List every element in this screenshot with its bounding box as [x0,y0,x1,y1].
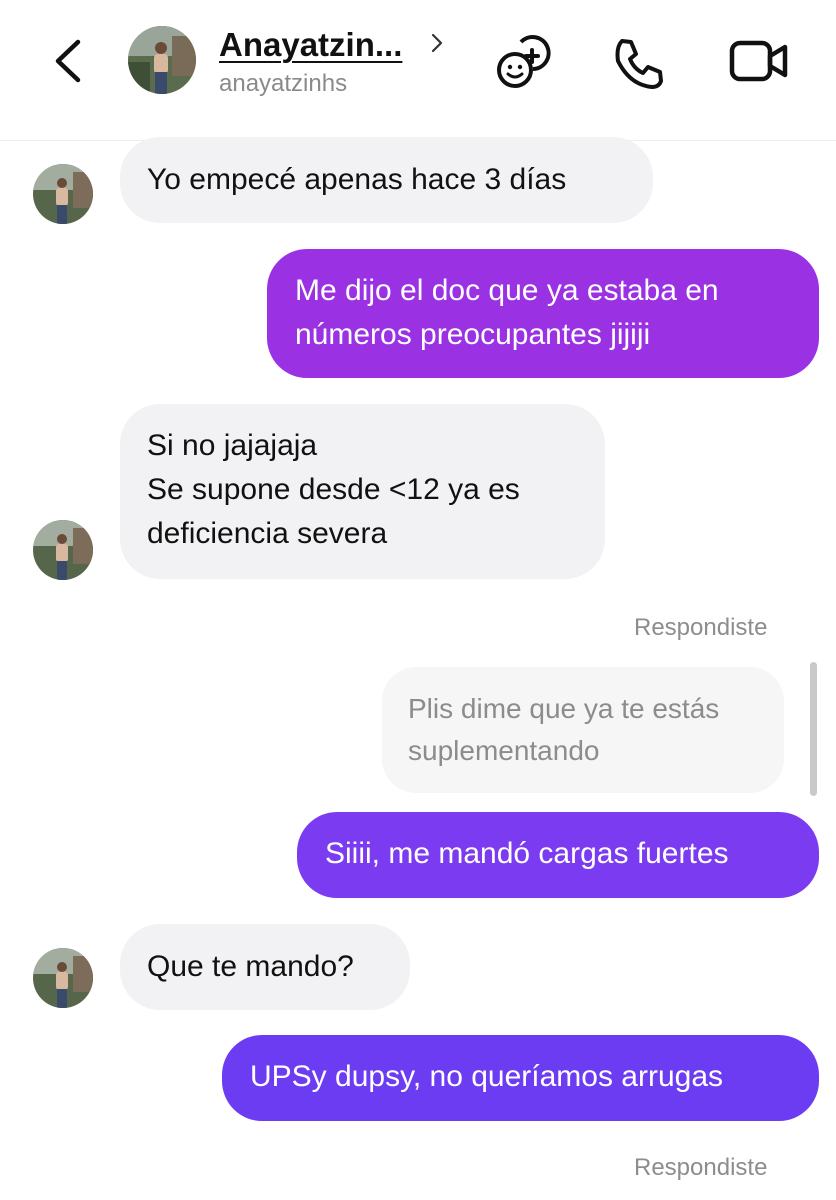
scrollbar[interactable] [810,662,817,796]
phone-icon[interactable] [610,35,666,91]
chevron-left-icon[interactable] [46,36,90,86]
message-bubble-outgoing[interactable]: Me dijo el doc que ya estaba en números … [267,249,819,378]
chat-header: Anayatzin... anayatzinhs [0,0,836,141]
chevron-right-icon[interactable] [429,32,445,54]
message-bubble-outgoing[interactable]: Siiii, me mandó cargas fuertes [297,812,819,898]
reply-preview-bubble[interactable]: Plis dime que ya te estás suplementando [382,667,784,793]
sender-avatar[interactable] [33,520,93,580]
message-bubble-incoming[interactable]: Yo empecé apenas hace 3 días [120,137,653,223]
message-bubble-incoming[interactable]: Si no jajajaja Se supone desde <12 ya es… [120,404,605,579]
contact-avatar[interactable] [128,26,196,94]
sender-avatar[interactable] [33,164,93,224]
message-bubble-outgoing[interactable]: UPSy dupsy, no queríamos arrugas [222,1035,819,1121]
contact-handle: anayatzinhs [219,70,348,97]
replied-label: Respondiste [634,614,768,641]
sender-avatar[interactable] [33,948,93,1008]
video-camera-icon[interactable] [729,38,789,84]
effects-icon[interactable] [494,33,552,91]
replied-label: Respondiste [634,1154,768,1181]
message-bubble-incoming[interactable]: Que te mando? [120,924,410,1010]
contact-name[interactable]: Anayatzin... [219,26,402,64]
